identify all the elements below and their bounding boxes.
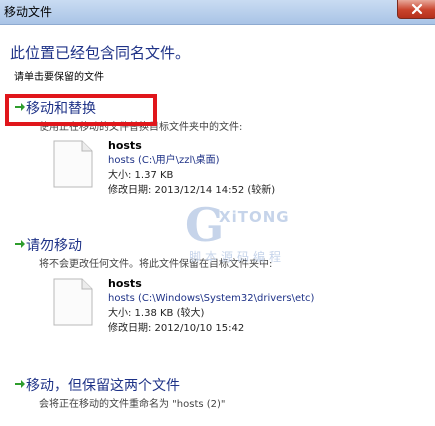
file-info: hosts hosts (C:\用户\zzl\桌面) 大小: 1.37 KB 修… xyxy=(108,138,275,198)
file-name: hosts xyxy=(108,139,142,152)
file-size: 大小: 1.37 KB xyxy=(108,170,174,181)
close-button[interactable] xyxy=(397,0,435,19)
blank-document-icon xyxy=(53,278,93,326)
file-path: hosts (C:\用户\zzl\桌面) xyxy=(108,155,220,166)
green-arrow-icon xyxy=(15,380,25,388)
file-modified: 修改日期: 2013/12/14 14:52 (较新) xyxy=(108,185,276,196)
file-modified: 修改日期: 2012/10/10 15:42 xyxy=(108,323,245,334)
file-info: hosts hosts (C:\Windows\System32\drivers… xyxy=(108,276,314,336)
green-arrow-icon xyxy=(15,240,25,248)
watermark-tagline: 脚本源码编程 xyxy=(189,250,286,264)
dialog-subheading: 请单击要保留的文件 xyxy=(14,72,104,83)
close-icon xyxy=(411,3,423,15)
option-title: 移动，但保留这两个文件 xyxy=(26,378,180,394)
title-bar[interactable]: 移动文件 xyxy=(0,0,435,25)
file-size: 大小: 1.38 KB (较大) xyxy=(108,308,205,319)
highlight-annotation xyxy=(5,94,157,126)
dialog-heading: 此位置已经包含同名文件。 xyxy=(10,44,191,62)
watermark: G XiTONG 脚本源码编程 xyxy=(185,198,305,268)
option-description: 会将正在移动的文件重命名为 "hosts (2)" xyxy=(39,399,226,410)
watermark-brand: XiTONG xyxy=(219,208,290,226)
file-path: hosts (C:\Windows\System32\drivers\etc) xyxy=(108,293,315,304)
blank-document-icon xyxy=(53,140,93,188)
option-move-keep-both[interactable]: 移动，但保留这两个文件 会将正在移动的文件重命名为 "hosts (2)" xyxy=(14,375,414,415)
file-name: hosts xyxy=(108,277,142,290)
move-file-dialog: 移动文件 此位置已经包含同名文件。 请单击要保留的文件 移动和替换 使用正在移动… xyxy=(0,0,435,426)
option-title: 请勿移动 xyxy=(26,238,82,254)
dialog-content: 此位置已经包含同名文件。 请单击要保留的文件 移动和替换 使用正在移动的文件替换… xyxy=(0,25,435,426)
window-title: 移动文件 xyxy=(4,5,53,19)
